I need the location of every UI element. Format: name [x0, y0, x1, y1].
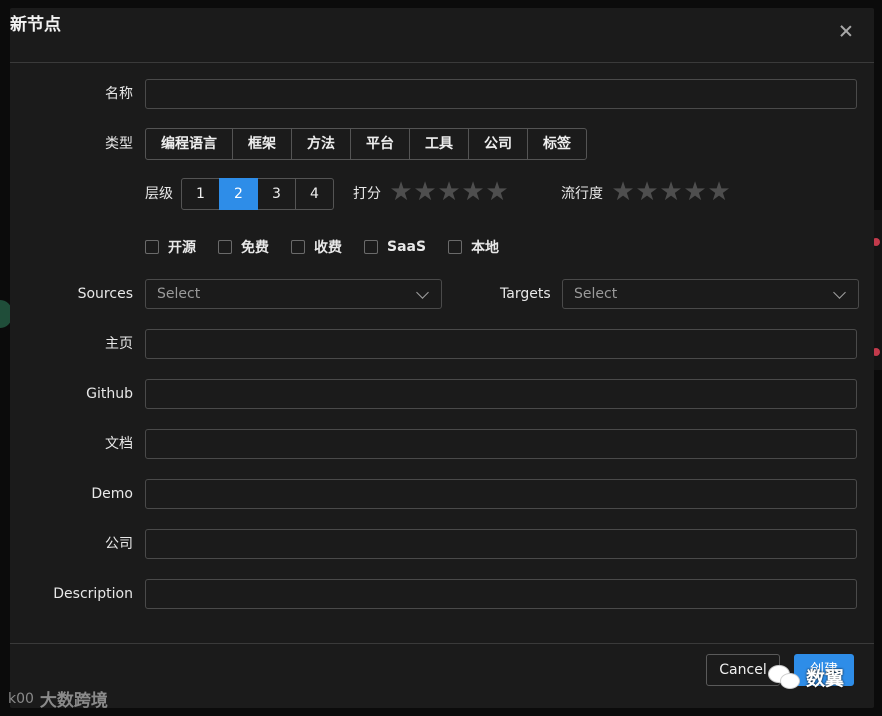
- checkbox-box[interactable]: [145, 240, 159, 254]
- sources-label: Sources: [77, 286, 133, 302]
- watermark-text: 数翼: [806, 668, 845, 690]
- type-label: 类型: [105, 136, 133, 152]
- star-icon[interactable]: ★: [683, 179, 707, 205]
- chevron-down-icon: [416, 286, 429, 299]
- checkbox-box[interactable]: [291, 240, 305, 254]
- homepage-input[interactable]: [145, 329, 857, 359]
- demo-input[interactable]: [145, 479, 857, 509]
- rating-stars: ★ ★ ★ ★ ★: [389, 176, 509, 208]
- checkbox-open-source[interactable]: 开源: [145, 237, 196, 257]
- company-input[interactable]: [145, 529, 857, 559]
- checkbox-label: 开源: [168, 240, 196, 256]
- checkbox-free[interactable]: 免费: [218, 237, 269, 257]
- watermark-text: 大数跨境: [39, 691, 108, 711]
- star-icon[interactable]: ★: [437, 179, 461, 205]
- new-node-dialog: 新节点 名称 类型 编程语言 框架 方法 平台 工具 公司 标签 层级 1 2 …: [10, 8, 874, 708]
- watermark-logo: k00: [8, 690, 34, 707]
- watermark-right: 数翼: [768, 664, 844, 691]
- level-label: 层级: [145, 186, 173, 202]
- chevron-down-icon: [833, 286, 846, 299]
- company-label: 公司: [105, 536, 133, 552]
- dialog-header: 新节点: [10, 8, 874, 63]
- rating-label: 打分: [353, 186, 381, 202]
- name-input[interactable]: [145, 79, 857, 109]
- star-icon[interactable]: ★: [611, 179, 635, 205]
- targets-select[interactable]: Select: [562, 279, 859, 309]
- star-icon[interactable]: ★: [485, 179, 509, 205]
- star-icon[interactable]: ★: [659, 179, 683, 205]
- docs-label: 文档: [105, 436, 133, 452]
- description-input[interactable]: [145, 579, 857, 609]
- license-checkbox-group: 开源 免费 收费 SaaS 本地: [145, 238, 521, 256]
- checkbox-box[interactable]: [218, 240, 232, 254]
- wechat-icon: [768, 664, 800, 691]
- github-label: Github: [86, 386, 133, 402]
- description-label: Description: [53, 586, 133, 602]
- popularity-stars: ★ ★ ★ ★ ★: [611, 176, 731, 208]
- close-icon[interactable]: [838, 24, 854, 40]
- type-option-company[interactable]: 公司: [468, 128, 528, 160]
- type-option-framework[interactable]: 框架: [232, 128, 292, 160]
- dialog-footer: Cancel 创建: [10, 643, 874, 709]
- checkbox-label: 本地: [471, 240, 500, 256]
- targets-label: Targets: [500, 286, 551, 302]
- homepage-label: 主页: [105, 336, 133, 352]
- checkbox-label: SaaS: [387, 239, 427, 255]
- type-option-tag[interactable]: 标签: [527, 128, 587, 160]
- popularity-label: 流行度: [561, 186, 603, 202]
- level-option-1[interactable]: 1: [181, 178, 220, 210]
- checkbox-saas[interactable]: SaaS: [364, 239, 426, 255]
- targets-placeholder: Select: [574, 286, 618, 302]
- level-option-2[interactable]: 2: [219, 178, 258, 210]
- level-option-3[interactable]: 3: [257, 178, 296, 210]
- sources-select[interactable]: Select: [145, 279, 442, 309]
- star-icon[interactable]: ★: [635, 179, 659, 205]
- watermark-left: k00 大数跨境: [8, 686, 108, 712]
- type-option-platform[interactable]: 平台: [350, 128, 410, 160]
- star-icon[interactable]: ★: [413, 179, 437, 205]
- sources-placeholder: Select: [157, 286, 201, 302]
- checkbox-box[interactable]: [448, 240, 463, 254]
- star-icon[interactable]: ★: [707, 179, 731, 205]
- checkbox-label: 收费: [314, 240, 342, 256]
- docs-input[interactable]: [145, 429, 857, 459]
- star-icon[interactable]: ★: [461, 179, 485, 205]
- demo-label: Demo: [91, 486, 133, 502]
- github-input[interactable]: [145, 379, 857, 409]
- dialog-title: 新节点: [10, 15, 61, 35]
- type-option-programming-language[interactable]: 编程语言: [145, 128, 233, 160]
- name-label: 名称: [105, 86, 133, 102]
- checkbox-label: 免费: [241, 240, 269, 256]
- checkbox-paid[interactable]: 收费: [291, 237, 342, 257]
- checkbox-local[interactable]: 本地: [448, 237, 499, 257]
- type-radio-group: 编程语言 框架 方法 平台 工具 公司 标签: [145, 128, 587, 160]
- checkbox-box[interactable]: [364, 240, 378, 254]
- type-option-method[interactable]: 方法: [291, 128, 351, 160]
- star-icon[interactable]: ★: [389, 179, 413, 205]
- level-radio-group: 1 2 3 4: [181, 178, 334, 210]
- level-option-4[interactable]: 4: [295, 178, 334, 210]
- type-option-tool[interactable]: 工具: [409, 128, 469, 160]
